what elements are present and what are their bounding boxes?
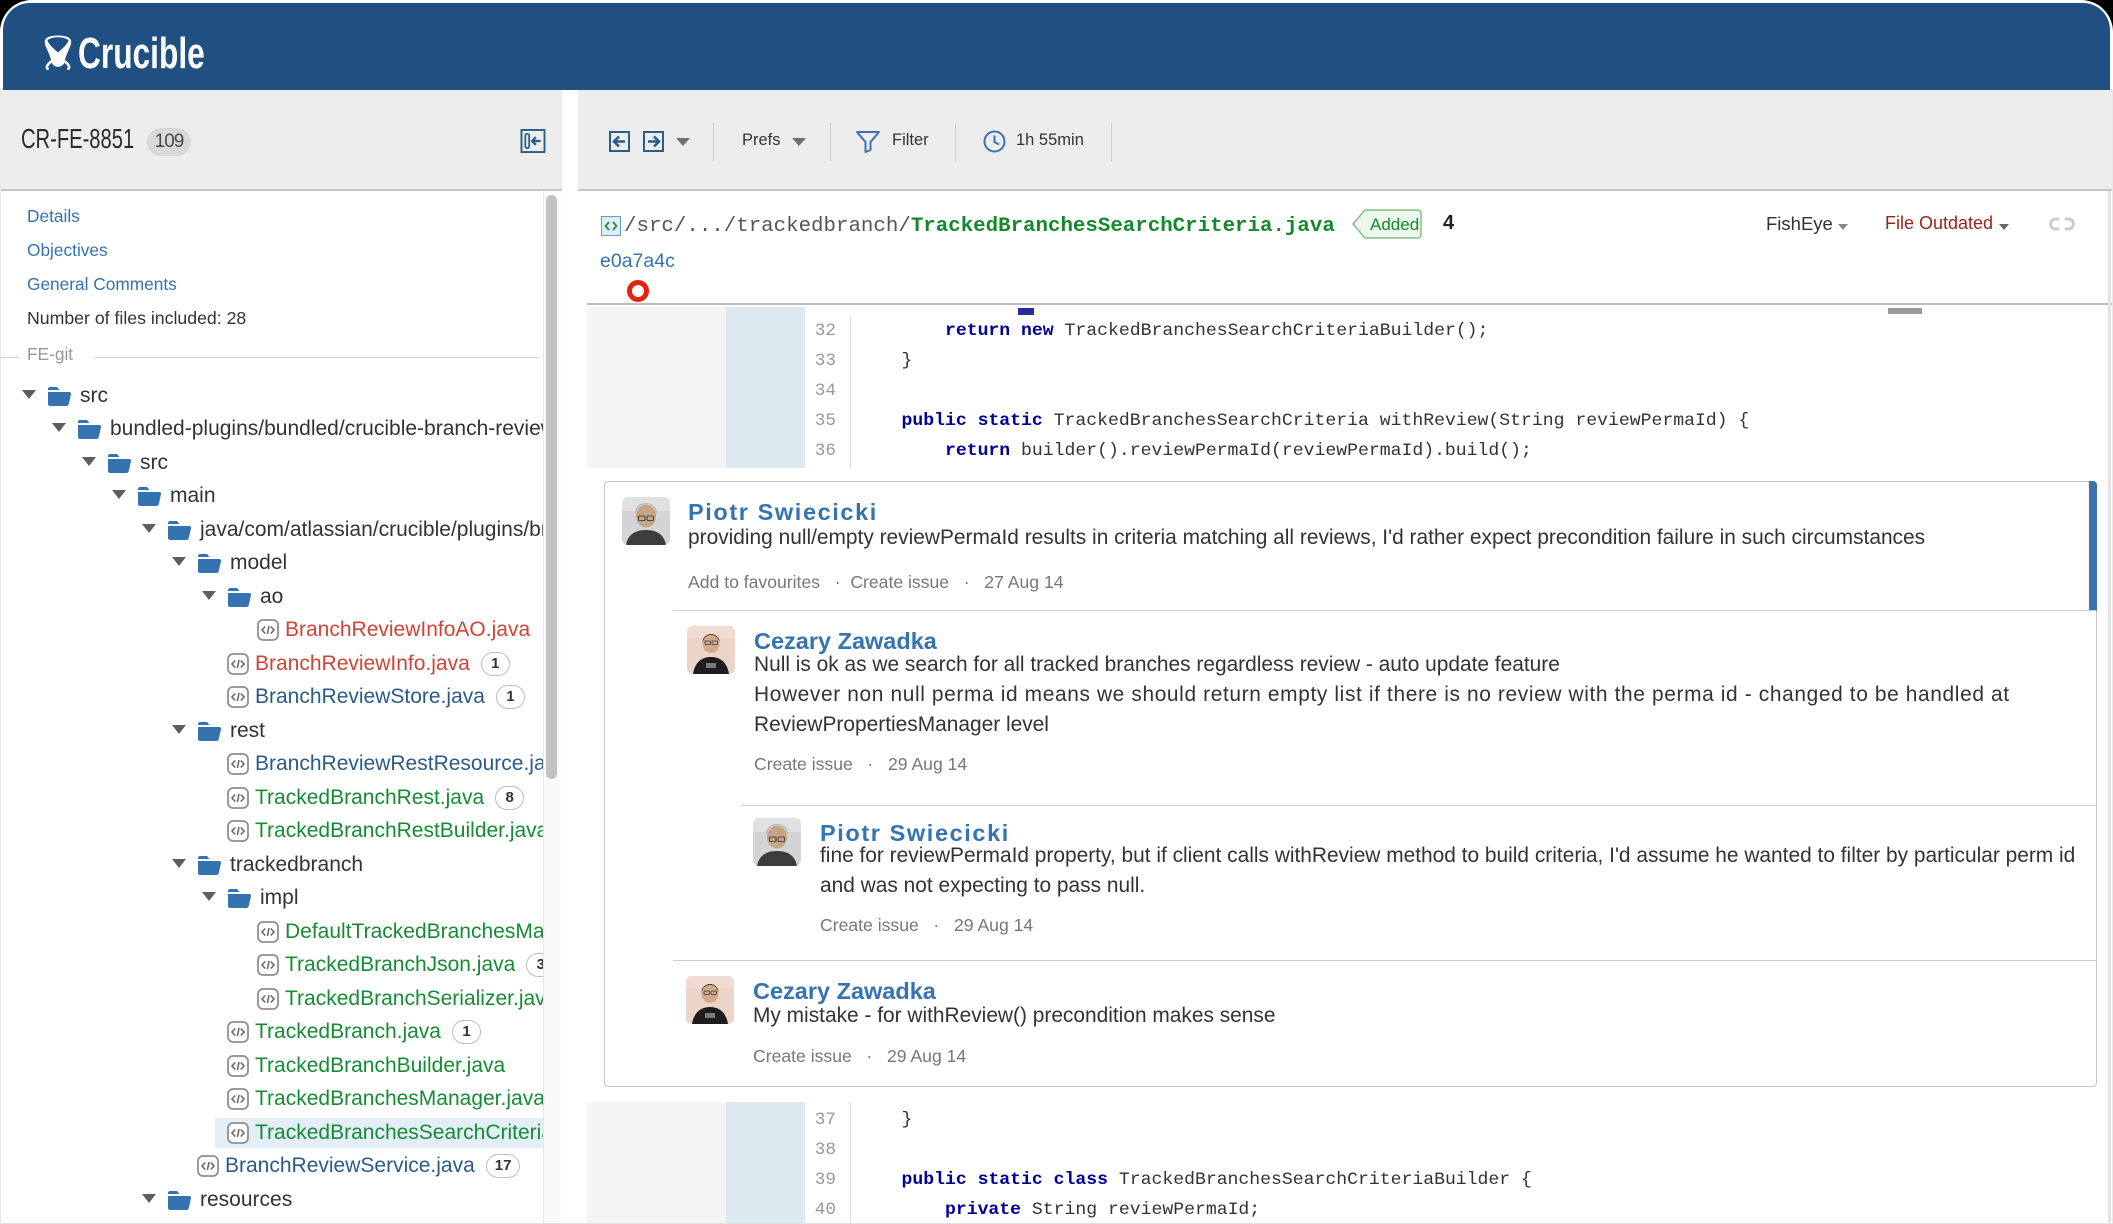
svg-text:Added: Added: [1370, 215, 1419, 234]
